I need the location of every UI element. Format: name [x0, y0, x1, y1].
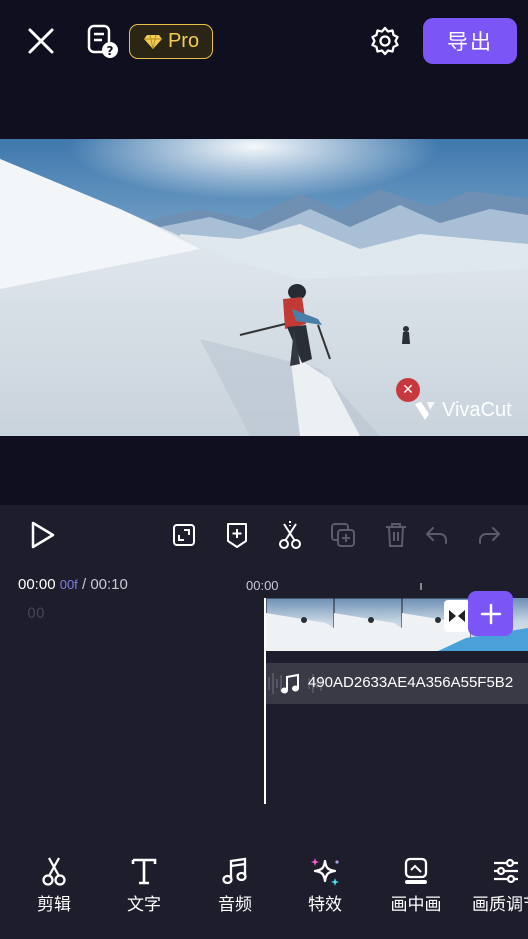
gear-icon	[371, 26, 399, 56]
adjust-sliders-icon	[494, 858, 518, 883]
preview-frame-image	[0, 139, 528, 436]
tab-label: 画中画	[390, 895, 442, 915]
scissors-icon	[42, 856, 66, 886]
time-separator: /	[81, 576, 87, 593]
text-icon	[131, 858, 157, 884]
settings-button[interactable]	[368, 24, 402, 58]
total-time: 00:10	[90, 576, 128, 593]
tab-pip[interactable]: 画中画	[376, 855, 456, 915]
current-time: 00:00	[18, 576, 56, 593]
tab-label: 文字	[127, 895, 161, 915]
trash-icon	[386, 523, 406, 547]
watermark: VivaCut	[413, 396, 512, 424]
redo-icon	[479, 527, 501, 544]
export-button[interactable]: 导出	[423, 18, 517, 64]
redo-button[interactable]	[473, 519, 505, 551]
playhead[interactable]	[264, 598, 266, 804]
sparkle-effect-icon	[311, 857, 339, 886]
tab-quality-adjust[interactable]: 画质调节	[466, 855, 528, 915]
timecode: 00:00 00f / 00:10	[18, 576, 128, 593]
duplicate-button[interactable]	[327, 519, 359, 551]
top-bar: ? Pro 导出	[0, 0, 528, 84]
music-note-icon	[281, 673, 299, 694]
play-icon	[31, 521, 55, 549]
ruler-tick	[420, 583, 422, 590]
tab-text[interactable]: 文字	[104, 855, 184, 915]
draft-help-button[interactable]: ?	[84, 22, 120, 60]
split-button[interactable]	[274, 519, 306, 551]
keyframe-add-icon	[227, 523, 247, 548]
undo-button[interactable]	[421, 519, 453, 551]
tab-label: 画质调节	[472, 895, 528, 915]
delete-button[interactable]	[380, 519, 412, 551]
transition-icon	[449, 610, 465, 622]
plus-icon	[480, 603, 501, 624]
pro-badge[interactable]: Pro	[129, 24, 213, 59]
music-note-icon	[222, 857, 247, 884]
tab-effects[interactable]: 特效	[285, 855, 365, 915]
document-help-icon: ?	[87, 24, 118, 58]
tab-label: 剪辑	[37, 895, 71, 915]
tab-label: 特效	[308, 895, 342, 915]
tab-edit[interactable]: 剪辑	[14, 855, 94, 915]
transition-button[interactable]	[444, 600, 470, 632]
tab-audio[interactable]: 音频	[195, 855, 275, 915]
fullscreen-button[interactable]	[168, 519, 200, 551]
svg-text:?: ?	[107, 44, 114, 58]
close-button[interactable]	[22, 22, 60, 60]
undo-icon	[425, 527, 447, 544]
current-frame: 00f	[59, 577, 78, 592]
watermark-text: VivaCut	[442, 398, 512, 421]
diamond-icon	[143, 34, 162, 49]
audio-track[interactable]: 490AD2633AE4A356A55F5B2	[266, 663, 528, 704]
ruler-time-label: 00:00	[246, 578, 279, 593]
close-icon	[28, 28, 54, 54]
picture-in-picture-icon	[404, 857, 428, 884]
edit-toolbar	[0, 505, 528, 565]
fullscreen-icon	[173, 524, 195, 546]
add-clip-button[interactable]	[468, 591, 513, 636]
track-label: 00	[27, 606, 45, 622]
add-keyframe-button[interactable]	[221, 519, 253, 551]
pro-label: Pro	[167, 30, 200, 52]
play-button[interactable]	[24, 517, 60, 553]
video-preview[interactable]	[0, 139, 528, 436]
copy-add-icon	[331, 523, 355, 547]
tab-label: 音频	[218, 895, 252, 915]
split-scissors-icon	[279, 521, 301, 549]
vivacut-logo-icon	[415, 402, 435, 420]
audio-track-name: 490AD2633AE4A356A55F5B2	[308, 674, 514, 691]
